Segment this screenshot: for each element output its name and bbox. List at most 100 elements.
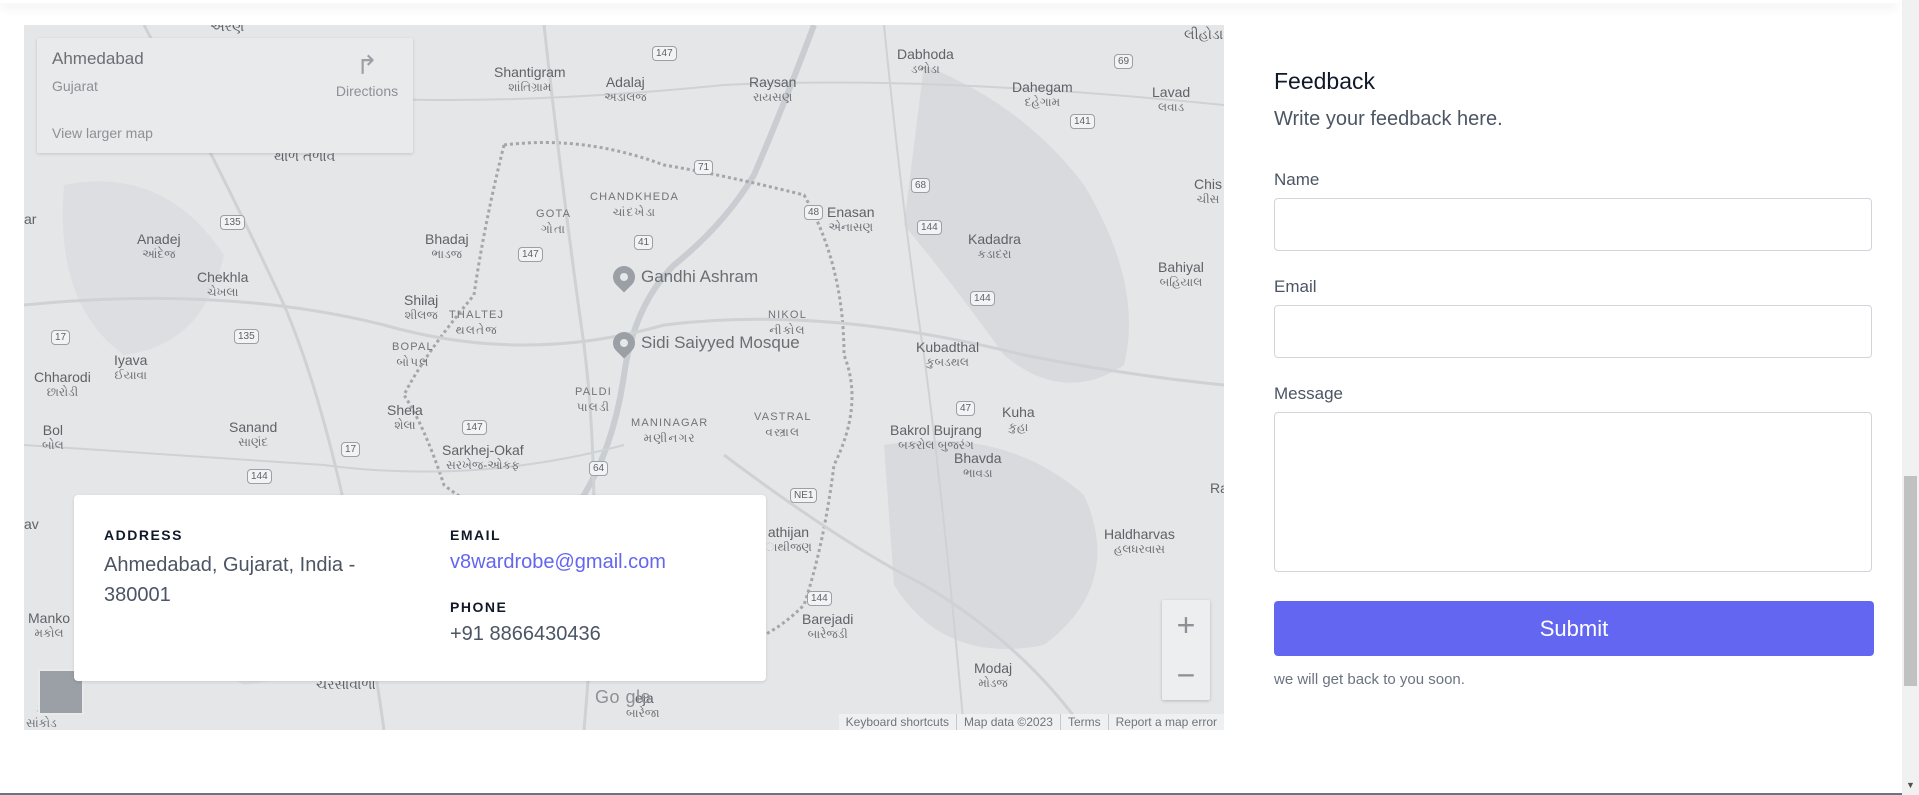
map-place-name: Ahmedabad bbox=[52, 49, 144, 68]
map-poi-marker[interactable]: Gandhi Ashram bbox=[608, 261, 759, 293]
route-shield: 135 bbox=[220, 215, 245, 230]
map-data-credit: Map data ©2023 bbox=[956, 714, 1060, 730]
submit-button[interactable]: Submit bbox=[1274, 601, 1874, 656]
route-shield: 144 bbox=[970, 291, 995, 306]
map-label-area: PALDI પાલડી bbox=[575, 386, 612, 414]
email-heading: EMAIL bbox=[450, 527, 502, 543]
google-logo: Go gle bbox=[595, 687, 652, 707]
route-shield: 47 bbox=[956, 401, 976, 416]
directions-label: Directions bbox=[335, 83, 399, 99]
route-shield: 71 bbox=[694, 160, 714, 175]
route-shield: 144 bbox=[917, 220, 942, 235]
route-shield: NE1 bbox=[790, 488, 818, 503]
poi-label: Sidi Saiyyed Mosque bbox=[641, 333, 800, 352]
map-label-place: Kadadra કડાદરા bbox=[968, 231, 1021, 262]
map-label-area: CHANDKHEDA ચાંદખેડા bbox=[590, 191, 680, 219]
map-label-place: Chis ચીસ bbox=[1194, 176, 1223, 207]
map-label-place: Enasan એનાસણ bbox=[827, 204, 875, 235]
map-label-place: av bbox=[24, 516, 39, 532]
email-label: Email bbox=[1274, 277, 1317, 296]
map-place-card: Ahmedabad Gujarat View larger map ↱ Dire… bbox=[37, 38, 413, 153]
map-label-place: Bhavda ભાવડા bbox=[954, 450, 1002, 481]
keyboard-shortcuts-link[interactable]: Keyboard shortcuts bbox=[839, 714, 956, 730]
map-label-place: Dahegam દહેગામ bbox=[1012, 79, 1073, 110]
map-label-place: Lavad લવાડ bbox=[1152, 84, 1191, 115]
header-shadow bbox=[0, 0, 1898, 3]
map-label-place: Chharodi છારોડી bbox=[34, 369, 91, 400]
zoom-in-button[interactable]: + bbox=[1162, 600, 1210, 650]
feedback-note: we will get back to you soon. bbox=[1274, 671, 1465, 688]
address-value: Ahmedabad, Gujarat, India - 380001 bbox=[104, 554, 356, 606]
phone-value: +91 8866430436 bbox=[450, 623, 601, 645]
directions-icon: ↱ bbox=[356, 50, 378, 80]
map-label-place: Sanand સાણંદ bbox=[229, 419, 278, 450]
map-label-place: Chekhla ચેખલા bbox=[197, 269, 249, 300]
message-label: Message bbox=[1274, 384, 1343, 403]
route-shield: 144 bbox=[807, 591, 832, 606]
route-shield: 64 bbox=[589, 461, 609, 476]
route-shield: 147 bbox=[652, 46, 677, 61]
feedback-title: Feedback bbox=[1274, 68, 1376, 94]
page-scrollbar[interactable]: ▼ bbox=[1902, 0, 1919, 795]
view-larger-map-link[interactable]: View larger map bbox=[52, 125, 153, 141]
map-label-place: Shela શેલા bbox=[387, 402, 423, 433]
map-poi-marker[interactable]: Sidi Saiyyed Mosque bbox=[608, 327, 800, 359]
map-label-place: athijanાથીજણ bbox=[765, 524, 812, 555]
map-label-area: MANINAGAR મણીનગર bbox=[631, 417, 709, 445]
map-label-area: GOTA ગોતા bbox=[536, 208, 572, 236]
map-pin-icon bbox=[608, 327, 640, 359]
poi-label: Gandhi Ashram bbox=[641, 267, 759, 286]
name-label: Name bbox=[1274, 170, 1320, 189]
map-place-region: Gujarat bbox=[52, 78, 98, 94]
report-map-error-link[interactable]: Report a map error bbox=[1107, 714, 1224, 730]
contact-card: ADDRESS Ahmedabad, Gujarat, India - 3800… bbox=[74, 495, 766, 681]
map-label-place: Ra bbox=[1210, 480, 1224, 496]
map-label-place: લીહોડા bbox=[1184, 26, 1224, 42]
map-label-place: Haldharvas હલધરવાસ bbox=[1104, 526, 1175, 557]
map-label-area: THALTEJ થલતેજ bbox=[449, 309, 505, 337]
map-label-place: Bol બોલ bbox=[42, 422, 64, 453]
map-label-place: Kubadthal કુબડથલ bbox=[916, 339, 980, 370]
map-label-place: ar bbox=[24, 211, 37, 227]
map-label-place: Shilaj શીલજ bbox=[404, 292, 439, 323]
map-label-place: Kuha કુહા bbox=[1002, 404, 1035, 435]
route-shield: 68 bbox=[911, 178, 931, 193]
route-shield: 17 bbox=[341, 442, 361, 457]
scroll-down-arrow-icon[interactable]: ▼ bbox=[1902, 780, 1919, 790]
email-link[interactable]: v8wardrobe@gmail.com bbox=[450, 547, 666, 577]
email-input[interactable] bbox=[1274, 305, 1872, 358]
feedback-description: Write your feedback here. bbox=[1274, 108, 1503, 130]
map-label-place: Shantigram શાંતિગ્રામ bbox=[494, 64, 566, 95]
map-label-place: Anadej આંદેજ bbox=[137, 231, 181, 262]
map-footer: Keyboard shortcuts Map data ©2023 Terms … bbox=[838, 714, 1224, 730]
map-label-place: Barejadi બારેજડી bbox=[802, 611, 854, 642]
terms-link[interactable]: Terms bbox=[1059, 714, 1108, 730]
map-label-area: VASTRAL વસ્ત્રાલ bbox=[754, 411, 812, 439]
map-label-area: BOPAL બોપલ bbox=[392, 341, 434, 369]
route-shield: 141 bbox=[1070, 114, 1095, 129]
route-shield: 69 bbox=[1114, 54, 1134, 69]
route-shield: 17 bbox=[51, 330, 71, 345]
phone-heading: PHONE bbox=[450, 599, 508, 615]
map-label-place: Bakrol Bujrang બકરોલ બુજરંગ bbox=[890, 422, 982, 453]
map-label-place: Dabhoda ડભોડા bbox=[897, 46, 954, 77]
message-textarea[interactable] bbox=[1274, 412, 1872, 572]
address-heading: ADDRESS bbox=[104, 527, 183, 543]
map-pin-icon bbox=[608, 261, 640, 293]
route-shield: 135 bbox=[234, 329, 259, 344]
map-label-place: Adalaj અડાલજ bbox=[604, 74, 647, 105]
map-label-place: Raysan રાયસણ bbox=[749, 74, 797, 105]
map-label-place: Sarkhej-Okaf સરખેજ-ઓકફ bbox=[442, 442, 524, 473]
route-shield: 147 bbox=[462, 420, 487, 435]
map-label-place: અરણ bbox=[210, 25, 245, 34]
scrollbar-thumb[interactable] bbox=[1904, 476, 1917, 686]
directions-button[interactable]: ↱ Directions bbox=[322, 50, 412, 99]
map-label-place: Modaj મોડજ bbox=[974, 660, 1013, 691]
zoom-out-button[interactable]: − bbox=[1162, 650, 1210, 700]
map-label-place: Bahiyal બહિયાલ bbox=[1158, 259, 1204, 290]
map-label-place: Bhadaj ભાડજ bbox=[425, 231, 469, 262]
map-label-place: Iyava ઈયાવા bbox=[114, 352, 148, 383]
name-input[interactable] bbox=[1274, 198, 1872, 251]
route-shield: 147 bbox=[518, 247, 543, 262]
zoom-controls: + − bbox=[1162, 600, 1210, 700]
